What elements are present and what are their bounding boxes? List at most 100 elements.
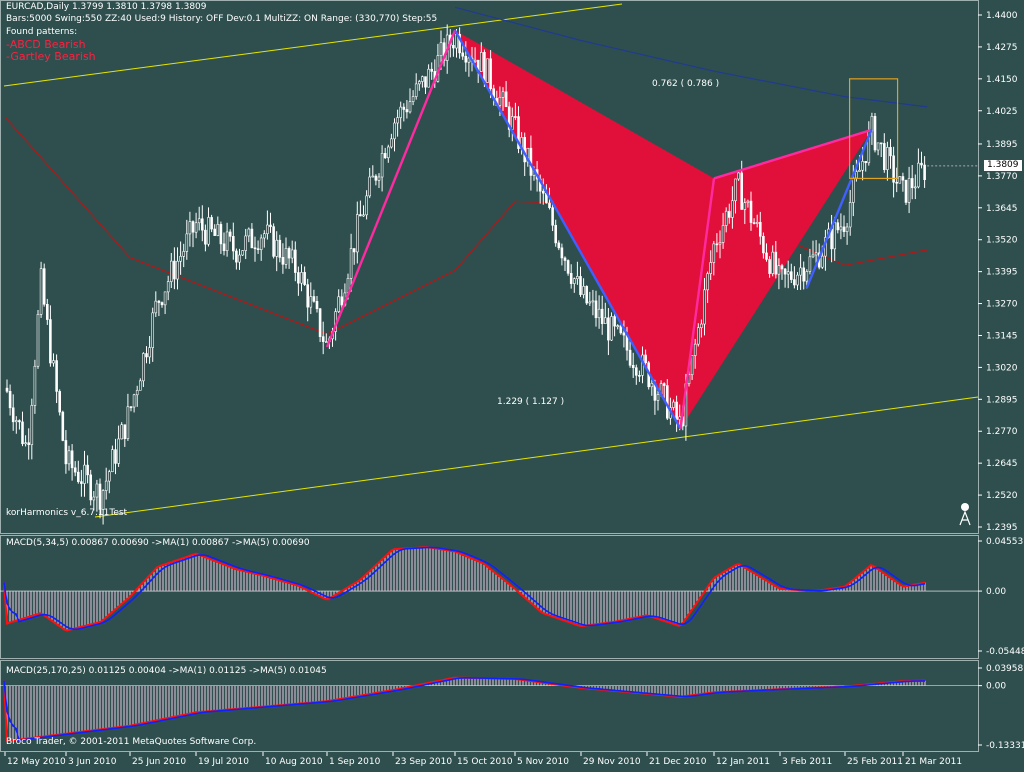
candle-body bbox=[204, 229, 207, 245]
candle-body bbox=[145, 353, 148, 358]
candle-body bbox=[569, 272, 573, 284]
candle-body bbox=[117, 438, 120, 464]
candle-body bbox=[743, 202, 747, 210]
candle-body bbox=[498, 96, 502, 106]
candle-body bbox=[594, 300, 598, 319]
candle-body bbox=[166, 281, 170, 293]
candle-body bbox=[49, 319, 52, 364]
candle-body bbox=[39, 268, 43, 315]
candle-body bbox=[352, 248, 356, 253]
candle-body bbox=[210, 217, 213, 230]
candle-body bbox=[5, 387, 9, 392]
date-tick-label: 25 Jun 2010 bbox=[132, 757, 186, 767]
candle-body bbox=[839, 226, 843, 231]
candle-body bbox=[194, 222, 198, 233]
macd-slow-pane[interactable]: 0.03958 0.00 -0.13331 MACD(25,170,25) 0.01… bbox=[0, 660, 1024, 752]
candle-body bbox=[244, 235, 247, 251]
params-line: Bars:5000 Swing:550 ZZ:40 Used:9 History… bbox=[6, 14, 438, 24]
macd-fast-chart[interactable]: 0.04553 0.00 -0.05448 bbox=[0, 535, 1024, 659]
macd-tick-label: -0.05448 bbox=[986, 647, 1024, 657]
date-tick-label: 10 Aug 2010 bbox=[265, 757, 323, 767]
price-pane[interactable]: 1.4400 1.4275 1.4150 1.4025 1.3895 1.3770 1.36… bbox=[0, 0, 1024, 534]
candle-body bbox=[479, 52, 483, 72]
candle-body bbox=[213, 228, 216, 236]
candle-body bbox=[303, 272, 306, 285]
leg-xa bbox=[325, 29, 457, 348]
candle-body bbox=[120, 424, 123, 440]
candle-body bbox=[139, 380, 142, 391]
candle-body bbox=[563, 257, 567, 261]
candle-body bbox=[901, 176, 905, 181]
candle-body bbox=[842, 226, 846, 232]
candle-body bbox=[269, 224, 272, 227]
price-tick-label: 1.2645 bbox=[986, 459, 1018, 469]
date-tick-label: 29 Nov 2010 bbox=[583, 757, 641, 767]
candle-body bbox=[411, 96, 415, 102]
candle-body bbox=[126, 406, 130, 439]
date-tick-label: 5 Nov 2010 bbox=[517, 757, 569, 767]
candle-body bbox=[182, 251, 185, 257]
candle-body bbox=[566, 260, 570, 274]
macd-tick-label: -0.13331 bbox=[986, 741, 1024, 751]
candle-body bbox=[805, 271, 809, 282]
candle-body bbox=[278, 239, 282, 258]
candle-body bbox=[95, 483, 99, 498]
candle-body bbox=[554, 224, 558, 244]
candle-body bbox=[923, 164, 926, 181]
candle-body bbox=[173, 260, 176, 280]
candle-body bbox=[718, 242, 722, 245]
candle-body bbox=[337, 296, 341, 312]
candle-body bbox=[585, 286, 589, 304]
candle-body bbox=[135, 390, 139, 396]
candle-body bbox=[886, 147, 889, 170]
price-tick-label: 1.2395 bbox=[986, 523, 1018, 533]
candle-body bbox=[232, 236, 235, 252]
date-tick-label: 19 Jul 2010 bbox=[198, 757, 249, 767]
candle-body bbox=[591, 300, 595, 303]
candle-body bbox=[157, 300, 161, 303]
macd-fast-pane[interactable]: 0.04553 0.00 -0.05448 MACD(5,34,5) 0.00867… bbox=[0, 535, 1024, 659]
candle-body bbox=[898, 176, 902, 184]
candle-body bbox=[541, 190, 545, 194]
candle-body bbox=[582, 286, 585, 295]
candle-body bbox=[33, 365, 37, 406]
candle-body bbox=[111, 449, 114, 473]
candle-body bbox=[514, 116, 517, 118]
candle-body bbox=[235, 250, 238, 263]
candle-body bbox=[740, 172, 744, 210]
candle-body bbox=[374, 175, 378, 181]
candle-body bbox=[650, 383, 654, 388]
candle-body bbox=[811, 254, 815, 258]
candle-body bbox=[758, 221, 762, 237]
candle-body bbox=[24, 442, 27, 445]
candle-body bbox=[355, 214, 359, 253]
candle-body bbox=[201, 218, 204, 231]
candle-body bbox=[390, 138, 393, 148]
copyright-text: Broco Trader, © 2001-2011 MetaQuotes Sof… bbox=[6, 737, 257, 747]
candle-body bbox=[731, 200, 734, 218]
candle-body bbox=[238, 254, 241, 263]
candle-body bbox=[287, 248, 291, 259]
candle-body bbox=[755, 221, 759, 224]
candle-body bbox=[61, 411, 65, 441]
candle-body bbox=[262, 233, 266, 239]
candle-body bbox=[861, 161, 864, 171]
candle-body bbox=[266, 224, 269, 235]
candle-body bbox=[89, 474, 92, 501]
candle-body bbox=[551, 207, 554, 226]
candle-body bbox=[148, 347, 151, 358]
candle-body bbox=[634, 367, 638, 376]
price-tick-label: 1.4400 bbox=[986, 11, 1018, 21]
candle-body bbox=[690, 355, 694, 376]
ratio-lower: 1.229 ( 1.127 ) bbox=[497, 397, 565, 407]
candle-body bbox=[486, 58, 489, 83]
histogram-group bbox=[3, 677, 926, 742]
candle-body bbox=[765, 252, 768, 260]
candle-body bbox=[693, 343, 697, 356]
price-chart[interactable]: 1.4400 1.4275 1.4150 1.4025 1.3895 1.3770 1.36… bbox=[0, 0, 1024, 534]
candle-body bbox=[737, 172, 740, 180]
candle-body bbox=[275, 239, 279, 257]
candle-body bbox=[700, 323, 703, 328]
candle-body bbox=[417, 81, 421, 85]
price-tick-label: 1.3770 bbox=[986, 172, 1018, 182]
